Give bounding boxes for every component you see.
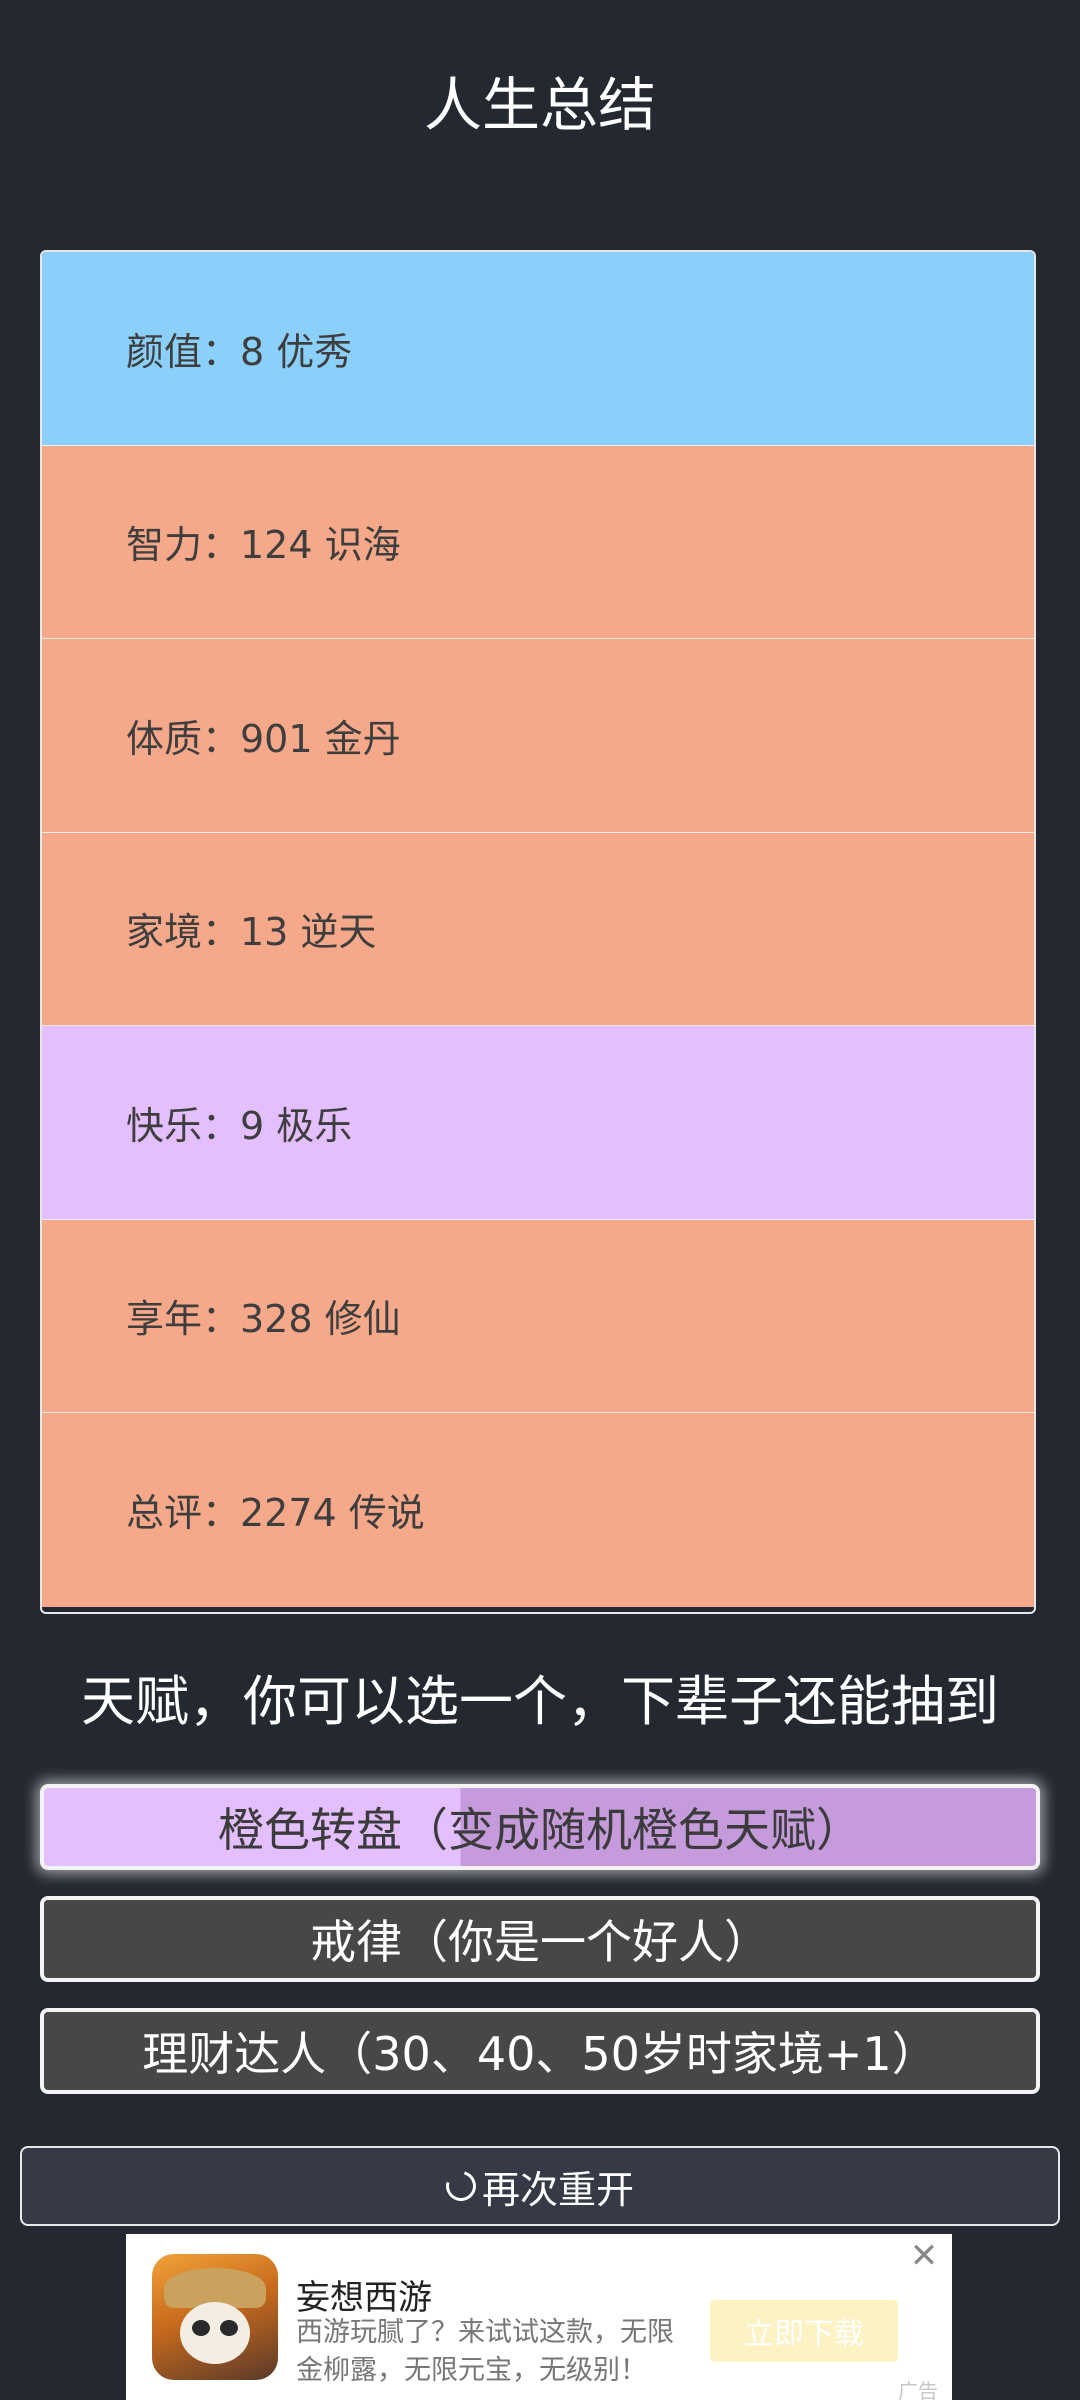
stat-row-appearance: 颜值：8 优秀 (42, 252, 1034, 446)
ad-banner[interactable]: 妄想西游 西游玩腻了？来试试这款，无限金柳露，无限元宝，无级别！ 立即下载 ✕ … (126, 2234, 952, 2400)
stat-row-constitution: 体质：901 金丹 (42, 639, 1034, 833)
stat-row-overall: 总评：2274 传说 (42, 1413, 1034, 1607)
stat-row-family: 家境：13 逆天 (42, 832, 1034, 1026)
talent-option-orange-wheel[interactable]: 橙色转盘（变成随机橙色天赋） (40, 1784, 1040, 1870)
ad-description: 西游玩腻了？来试试这款，无限金柳露，无限元宝，无级别！ (296, 2317, 674, 2386)
stat-row-intelligence: 智力：124 识海 (42, 445, 1034, 639)
talent-heading: 天赋，你可以选一个，下辈子还能抽到 (81, 1670, 999, 1733)
ad-title: 妄想西游 (296, 2278, 432, 2318)
restart-label: 再次重开 (481, 2167, 634, 2212)
close-icon[interactable]: ✕ (908, 2239, 940, 2273)
ad-download-button[interactable]: 立即下载 (710, 2300, 898, 2362)
summary-page: 人生总结 颜值：8 优秀 智力：124 识海 体质：901 金丹 家境：13 逆… (0, 0, 1080, 2400)
stats-panel: 颜值：8 优秀 智力：124 识海 体质：901 金丹 家境：13 逆天 快乐：… (40, 250, 1036, 1614)
restart-button[interactable]: 再次重开 (20, 2146, 1060, 2226)
ad-label: 广告 (898, 2379, 938, 2400)
talent-option-discipline[interactable]: 戒律（你是一个好人） (40, 1896, 1040, 1982)
stat-row-happiness: 快乐：9 极乐 (42, 1026, 1034, 1220)
game-app-icon (152, 2254, 278, 2380)
page-title: 人生总结 (423, 71, 656, 139)
stat-row-lifespan: 享年：328 修仙 (42, 1219, 1034, 1413)
talent-option-finance[interactable]: 理财达人（30、40、50岁时家境+1） (40, 2008, 1040, 2094)
refresh-icon (440, 2165, 482, 2207)
